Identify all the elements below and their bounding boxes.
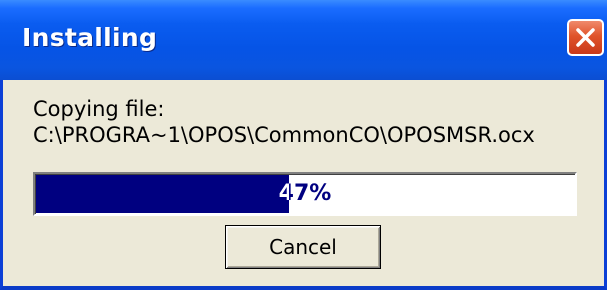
progress-percent-text-inverted: 47% — [278, 181, 289, 206]
window-title: Installing — [22, 23, 158, 52]
dialog-content: Copying file: C:\PROGRA~1\OPOS\CommonCO\… — [3, 80, 604, 286]
cancel-button[interactable]: Cancel — [225, 225, 381, 269]
progress-text-overlay: 47% — [35, 174, 289, 214]
close-icon — [576, 28, 595, 47]
title-bar[interactable]: Installing — [0, 0, 607, 80]
close-button[interactable] — [567, 19, 604, 56]
installing-dialog: Installing Copying file: C:\PROGRA~1\OPO… — [0, 0, 607, 290]
file-path: C:\PROGRA~1\OPOS\CommonCO\OPOSMSR.ocx — [33, 123, 535, 147]
copying-file-label: Copying file: — [33, 97, 165, 121]
progress-bar: 47% 47% — [33, 172, 577, 216]
